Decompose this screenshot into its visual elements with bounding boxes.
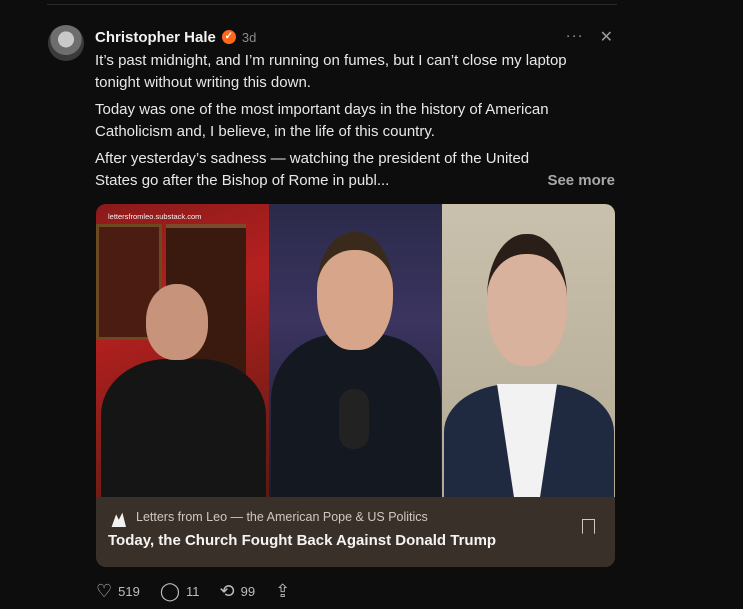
video-panel-right <box>442 204 615 497</box>
publication-name: Letters from Leo — the American Pope & U… <box>136 510 428 524</box>
paragraph: Today was one of the most important days… <box>95 101 549 140</box>
heart-icon: ♡ <box>96 581 113 601</box>
card-title[interactable]: Today, the Church Fought Back Against Do… <box>108 532 496 549</box>
divider <box>47 4 617 5</box>
verified-icon: ✓ <box>221 30 236 44</box>
more-icon[interactable]: ··· <box>566 27 584 47</box>
post-header: Christopher Hale ✓ 3d <box>95 27 256 47</box>
comment-icon: ◯ <box>159 581 180 601</box>
share-button[interactable]: ⇪ <box>275 582 290 600</box>
comment-count: 11 <box>186 583 200 599</box>
bookmark-icon[interactable] <box>582 519 595 534</box>
microphone <box>339 389 369 449</box>
person-torso <box>101 359 266 497</box>
video-thumbnail[interactable]: lettersfromleo.substack.com <box>96 204 615 497</box>
video-panel-left: lettersfromleo.substack.com <box>96 204 269 497</box>
restack-count: 99 <box>240 583 256 599</box>
post-actions: ··· ✕ <box>566 27 613 47</box>
paragraph: It’s past midnight, and I’m running on f… <box>95 52 567 91</box>
like-button[interactable]: ♡ 519 <box>96 582 140 600</box>
comment-button[interactable]: ◯ 11 <box>160 582 200 600</box>
publication-logo-icon <box>111 512 126 527</box>
post-body: It’s past midnight, and I’m running on f… <box>95 50 615 197</box>
see-more-link[interactable]: See more <box>547 172 615 189</box>
restack-icon: ⟲ <box>219 581 235 601</box>
close-icon[interactable]: ✕ <box>600 27 613 47</box>
post-time: 3d <box>241 29 257 45</box>
video-panel-center <box>269 204 442 497</box>
person-head <box>146 284 208 360</box>
share-icon: ⇪ <box>275 581 291 601</box>
person-head <box>317 232 393 350</box>
video-watermark: lettersfromleo.substack.com <box>108 212 202 221</box>
card-footer[interactable]: Letters from Leo — the American Pope & U… <box>96 497 615 567</box>
like-count: 519 <box>118 583 140 599</box>
author-name[interactable]: Christopher Hale <box>95 29 216 46</box>
restack-button[interactable]: ⟲ 99 <box>220 582 256 600</box>
video-card[interactable]: lettersfromleo.substack.com Letters from… <box>96 204 615 567</box>
avatar[interactable] <box>48 25 84 61</box>
person-head <box>487 234 567 366</box>
paragraph: After yesterday’s sadness — watching the… <box>95 150 530 189</box>
engagement-bar: ♡ 519 ◯ 11 ⟲ 99 ⇪ <box>96 582 290 600</box>
